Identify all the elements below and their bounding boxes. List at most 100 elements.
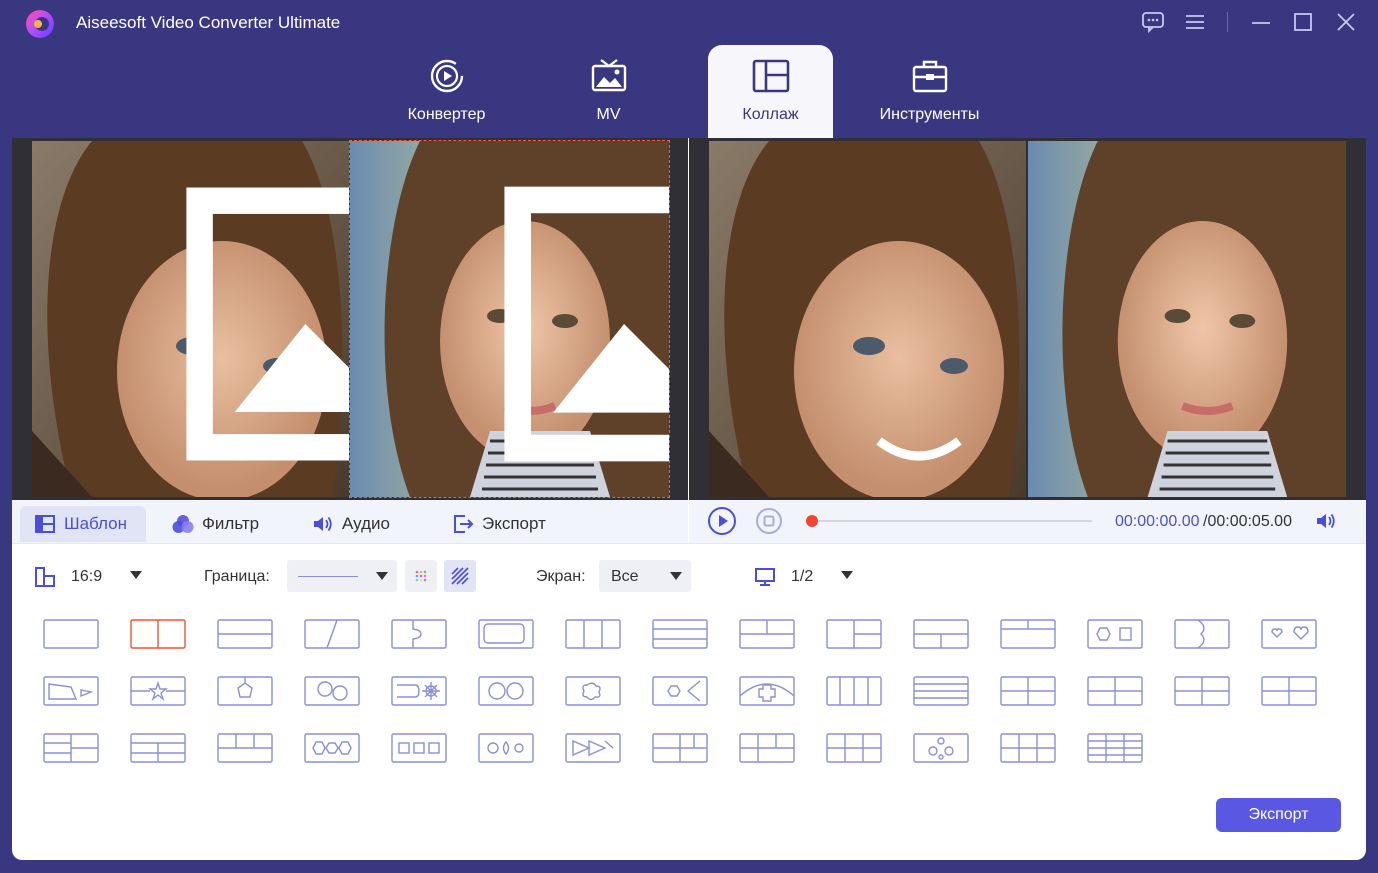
export-icon [454, 515, 474, 533]
collage-template-14[interactable] [1174, 619, 1230, 649]
image-icon[interactable] [182, 146, 349, 497]
collage-template-37[interactable] [565, 733, 621, 763]
filter-icon [172, 515, 194, 533]
collage-template-29[interactable] [1174, 676, 1230, 706]
tab-tools[interactable]: Инструменты [867, 45, 992, 138]
collage-template-19[interactable] [304, 676, 360, 706]
tab-label: Конвертер [407, 106, 486, 123]
collage-template-20[interactable] [391, 676, 447, 706]
stop-button[interactable] [754, 506, 784, 536]
collage-template-30[interactable] [1261, 676, 1317, 706]
title-bar: Aiseesoft Video Converter Ultimate [0, 0, 1378, 45]
collage-preview-area [689, 138, 1366, 500]
collage-template-1[interactable] [43, 619, 99, 649]
collage-template-42[interactable] [1000, 733, 1056, 763]
collage-template-21[interactable] [478, 676, 534, 706]
subtab-label: Аудио [342, 514, 390, 533]
monitor-page-value[interactable]: 1/2 [791, 568, 813, 586]
collage-template-28[interactable] [1087, 676, 1143, 706]
tab-converter[interactable]: Конвертер [384, 45, 509, 138]
collage-template-7[interactable] [565, 619, 621, 649]
collage-template-13[interactable] [1087, 619, 1143, 649]
subtab-audio[interactable]: Аудио [298, 506, 404, 542]
audio-icon [314, 516, 332, 532]
border-color-button[interactable] [405, 560, 437, 592]
screen-dropdown[interactable]: Все [599, 560, 691, 592]
subtab-filter[interactable]: Фильтр [158, 506, 273, 542]
tab-label: Коллаж [742, 106, 799, 123]
collage-subtabs: Шаблон Фильтр Аудио Экспорт [12, 500, 688, 543]
maximize-icon[interactable] [1290, 10, 1316, 34]
collage-template-6[interactable] [478, 619, 534, 649]
collage-template-10[interactable] [826, 619, 882, 649]
border-pattern-button[interactable] [444, 560, 476, 592]
menu-icon[interactable] [1182, 10, 1208, 34]
preview-cell-1 [709, 141, 1026, 497]
aspect-ratio-value[interactable]: 16:9 [71, 568, 102, 586]
tab-label: Инструменты [879, 106, 980, 123]
collage-template-40[interactable] [826, 733, 882, 763]
collage-template-3[interactable] [217, 619, 273, 649]
collage-template-12[interactable] [1000, 619, 1056, 649]
collage-cell-1[interactable] [32, 141, 349, 497]
seek-bar[interactable] [815, 520, 1092, 522]
subtab-template[interactable]: Шаблон [20, 506, 146, 542]
collage-template-25[interactable] [826, 676, 882, 706]
monitor-dropdown-icon[interactable] [841, 571, 853, 579]
border-style-dropdown[interactable] [287, 560, 397, 592]
preview-cell-2 [1028, 141, 1346, 497]
collage-template-18[interactable] [217, 676, 273, 706]
chevron-down-icon [376, 572, 388, 580]
tab-label: MV [596, 106, 621, 123]
aspect-ratio-dropdown-icon[interactable] [130, 571, 142, 579]
collage-template-36[interactable] [478, 733, 534, 763]
collage-template-16[interactable] [43, 676, 99, 706]
current-time: 00:00:00.00 [1115, 513, 1200, 530]
minimize-icon[interactable] [1248, 10, 1274, 34]
border-line-preview [298, 576, 358, 577]
collage-template-8[interactable] [652, 619, 708, 649]
aspect-ratio-icon [35, 567, 55, 587]
tab-mv[interactable]: MV [546, 45, 671, 138]
collage-template-38[interactable] [652, 733, 708, 763]
total-time: /00:00:05.00 [1203, 513, 1292, 530]
tab-collage[interactable]: Коллаж [708, 45, 833, 138]
hatch-icon [451, 567, 469, 585]
collage-template-2[interactable] [130, 619, 186, 649]
subtab-export[interactable]: Экспорт [438, 506, 560, 542]
play-button[interactable] [707, 506, 737, 536]
collage-template-24[interactable] [739, 676, 795, 706]
collage-template-15[interactable] [1261, 619, 1317, 649]
collage-template-9[interactable] [739, 619, 795, 649]
monitor-icon [755, 568, 775, 586]
toolbox-icon [912, 60, 947, 93]
collage-template-35[interactable] [391, 733, 447, 763]
collage-template-11[interactable] [913, 619, 969, 649]
image-icon[interactable] [500, 146, 669, 497]
collage-template-27[interactable] [1000, 676, 1056, 706]
close-icon[interactable] [1333, 10, 1359, 34]
collage-template-41[interactable] [913, 733, 969, 763]
volume-icon[interactable] [1314, 509, 1338, 533]
collage-template-43[interactable] [1087, 733, 1143, 763]
collage-template-33[interactable] [217, 733, 273, 763]
collage-cell-2[interactable] [350, 141, 669, 497]
export-button[interactable]: Экспорт [1216, 798, 1341, 832]
collage-template-31[interactable] [43, 733, 99, 763]
collage-template-26[interactable] [913, 676, 969, 706]
collage-template-4[interactable] [304, 619, 360, 649]
collage-template-23[interactable] [652, 676, 708, 706]
seek-handle[interactable] [806, 515, 818, 527]
template-icon [35, 515, 55, 533]
subtab-label: Шаблон [64, 514, 127, 533]
collage-template-5[interactable] [391, 619, 447, 649]
collage-template-32[interactable] [130, 733, 186, 763]
title-divider [1227, 12, 1228, 32]
feedback-icon[interactable] [1140, 10, 1166, 34]
collage-icon [752, 59, 789, 93]
subtab-label: Экспорт [482, 514, 546, 533]
collage-template-34[interactable] [304, 733, 360, 763]
collage-template-39[interactable] [739, 733, 795, 763]
collage-template-22[interactable] [565, 676, 621, 706]
collage-template-17[interactable] [130, 676, 186, 706]
